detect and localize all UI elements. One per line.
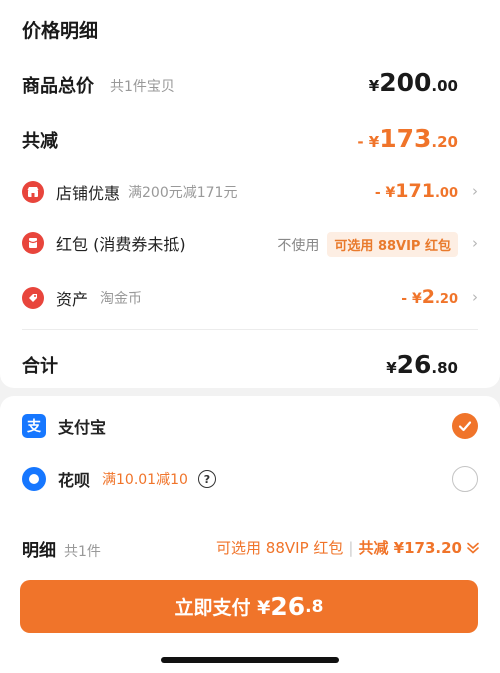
double-chevron-down-icon[interactable] [466, 541, 480, 555]
price-integer: 2 [421, 286, 435, 308]
subtotal-price: ¥26.80 [386, 350, 458, 379]
summary-count: 共1件 [64, 544, 101, 560]
payment-option-huabei[interactable]: 花呗 满10.01减10 ? [22, 465, 216, 493]
chevron-right-icon[interactable]: › [472, 234, 478, 252]
huabei-radio[interactable] [452, 466, 478, 492]
summary-vip-note: 可选用 88VIP 红包 [216, 539, 344, 557]
store-promo-price: - ¥171.00 [375, 180, 458, 202]
payment-label: 支付宝 [58, 418, 107, 437]
price-decimal: .00 [434, 186, 458, 201]
huabei-promo: 满10.01减10 [102, 472, 188, 488]
currency-symbol: ¥ [368, 77, 380, 95]
price-integer: 173 [379, 124, 432, 153]
goods-total-price: ¥200.00 [369, 68, 458, 97]
price-decimal: .00 [431, 77, 458, 95]
chevron-right-icon[interactable]: › [472, 182, 478, 200]
currency-symbol: ¥ [386, 359, 397, 377]
discount-total-price: - ¥173.20 [357, 124, 458, 153]
price-integer: 200 [379, 68, 432, 97]
assets-price: - ¥2.20 [401, 286, 458, 308]
home-indicator [161, 657, 339, 663]
alipay-radio-selected[interactable] [452, 413, 478, 439]
summary-discount[interactable]: 可选用 88VIP 红包 | 共减 ¥173.20 [216, 537, 480, 558]
red-packet-label: 红包 (消费券未抵) [56, 235, 186, 254]
divider [22, 329, 478, 330]
summary-total-discount: 共减 ¥173.20 [358, 539, 462, 557]
discount-prefix: - ¥ [401, 291, 422, 307]
chevron-right-icon[interactable]: › [472, 288, 478, 306]
pay-button-integer: 26 [270, 592, 306, 621]
vip-red-packet-badge[interactable]: 可选用 88VIP 红包 [327, 232, 458, 257]
pay-button-label: 立即支付 ¥ [174, 597, 271, 619]
summary-label: 明细 [22, 541, 56, 561]
price-decimal: .80 [431, 359, 458, 377]
price-integer: 171 [395, 180, 435, 202]
pay-now-button[interactable]: 立即支付 ¥26.8 [20, 580, 478, 633]
assets-note: 淘金币 [100, 291, 143, 307]
goods-total-label: 商品总价 [22, 76, 94, 97]
red-packet-row[interactable]: 红包 (消费券未抵) [22, 231, 186, 255]
assets-label: 资产 [56, 290, 89, 309]
red-packet-icon [22, 232, 44, 254]
payment-label: 花呗 [58, 471, 91, 490]
payment-option-alipay[interactable]: 支 支付宝 [22, 412, 478, 440]
page-title: 价格明细 [22, 20, 99, 42]
price-decimal: .20 [431, 133, 458, 151]
store-icon [22, 181, 44, 203]
price-decimal: .20 [434, 292, 458, 307]
summary-separator: | [348, 538, 354, 557]
subtotal-label: 合计 [22, 356, 58, 377]
pay-button-decimal: .8 [305, 596, 324, 617]
summary-detail[interactable]: 明细 共1件 [22, 536, 101, 561]
huabei-icon [22, 467, 46, 491]
goods-count-note: 共1件宝贝 [110, 79, 175, 95]
red-packet-options[interactable]: 不使用 可选用 88VIP 红包 [277, 232, 458, 257]
store-promo-note: 满200元减171元 [128, 185, 238, 201]
question-circle-icon[interactable]: ? [197, 470, 216, 488]
check-icon [458, 421, 472, 432]
discount-total-label: 共减 [22, 131, 58, 152]
discount-prefix: - ¥ [374, 185, 396, 201]
alipay-icon: 支 [22, 414, 46, 438]
red-packet-status: 不使用 [277, 237, 320, 254]
store-promo-label: 店铺优惠 [56, 184, 121, 203]
assets-row[interactable]: 资产 淘金币 [22, 286, 142, 310]
discount-prefix: - ¥ [357, 133, 380, 151]
coin-tag-icon [22, 287, 44, 309]
price-integer: 26 [396, 350, 432, 379]
